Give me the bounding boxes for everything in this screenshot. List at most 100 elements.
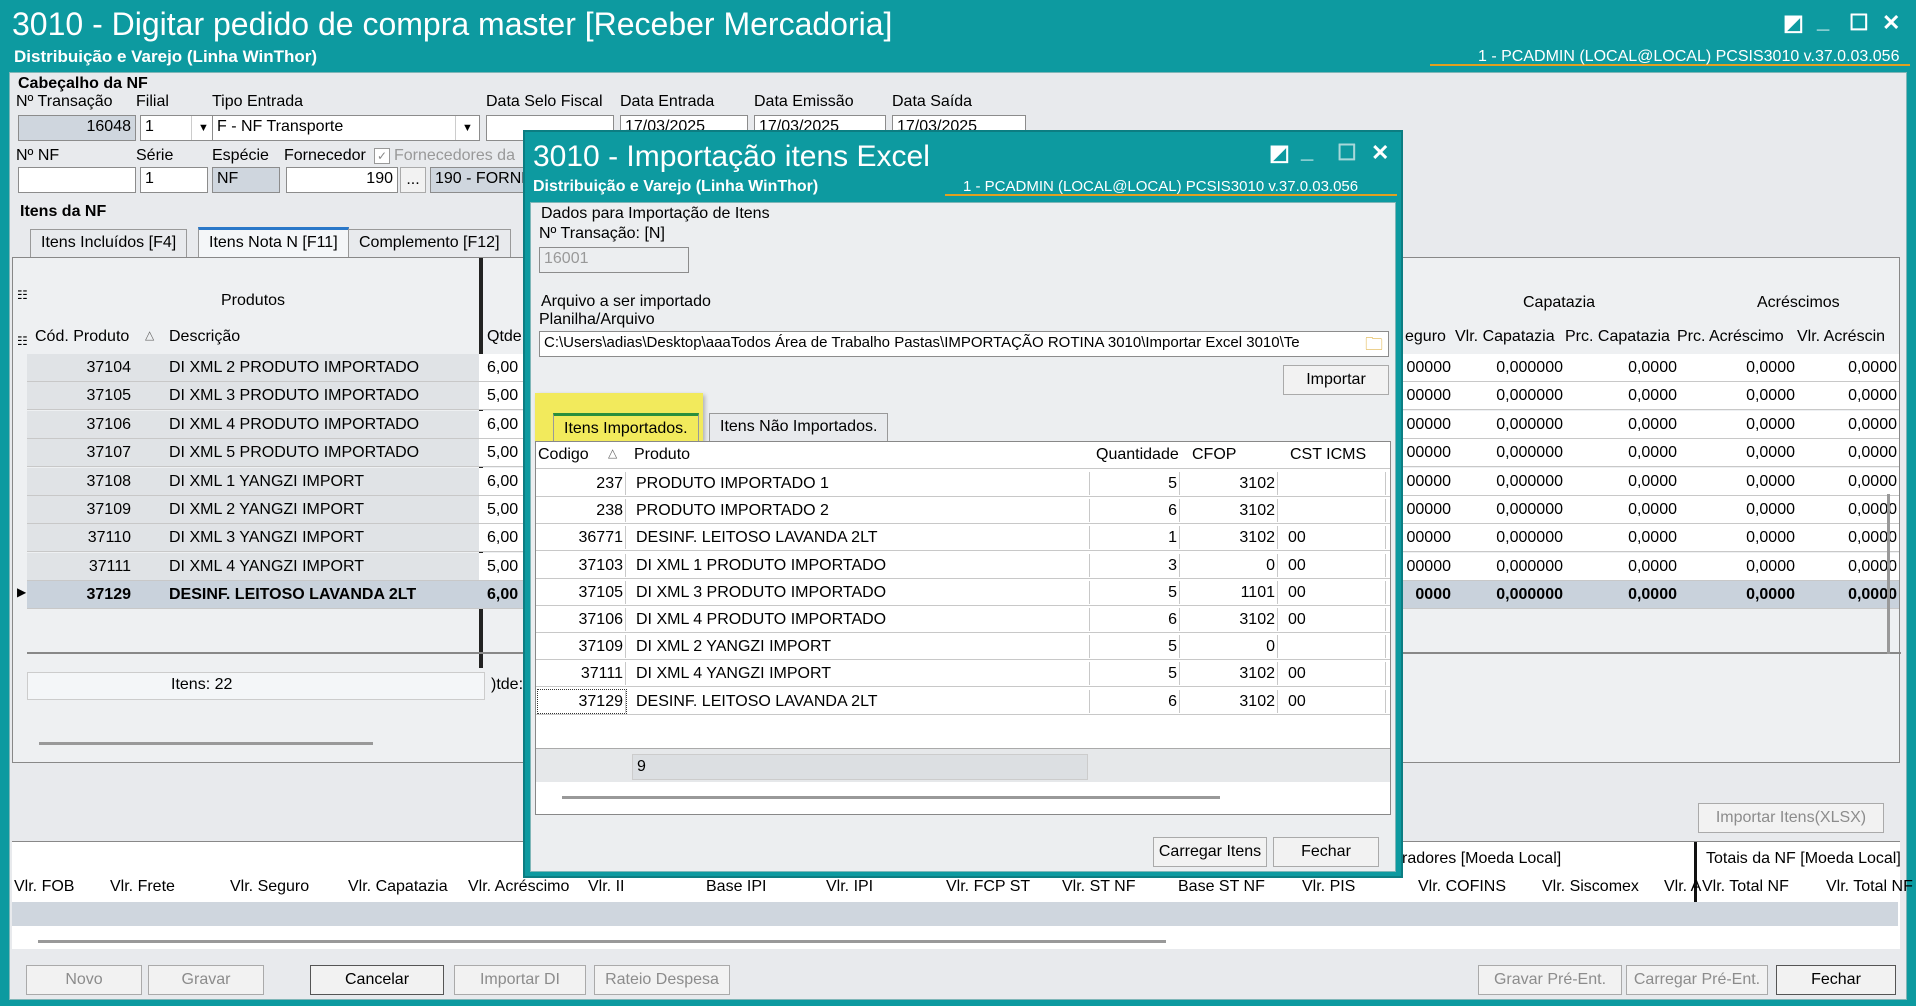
rateio-despesa-button[interactable]: Rateio Despesa [594,965,730,995]
col-prc-capatazia[interactable]: Prc. Capatazia [1565,328,1670,346]
totals-col-12[interactable]: Vlr. COFINS [1418,878,1506,896]
horizontal-scrollbar[interactable] [39,742,373,745]
header-section-title: Cabeçalho da NF [18,75,148,92]
cell-seg: 00000 [1406,472,1452,490]
cell-produto: DI XML 2 YANGZI IMPORT [634,635,1090,659]
col-descricao[interactable]: Descrição [169,328,240,346]
totals-col-3[interactable]: Vlr. Capatazia [348,878,448,896]
dialog-client: Dados para Importação de Itens Nº Transa… [530,202,1396,872]
cell-vcap: 0,000000 [1496,415,1563,433]
nf-field[interactable] [18,167,136,193]
fornecedor-field[interactable]: 190 [286,167,398,193]
tab-complemento[interactable]: Complemento [F12] [348,229,511,257]
col-vlr-capatazia[interactable]: Vlr. Capatazia [1455,328,1555,346]
filial-select[interactable]: 1 ▼ [140,115,216,141]
folder-open-icon[interactable]: 🗀 [1363,333,1385,355]
cell-qtd: 5 [1092,635,1180,659]
totals-col-7[interactable]: Vlr. IPI [826,878,873,896]
tab-itens-incluidos[interactable]: Itens Incluídos [F4] [30,229,188,257]
cancelar-button[interactable]: Cancelar [310,965,444,995]
importar-xlsx-button[interactable]: Importar Itens(XLSX) [1698,803,1884,833]
restore-icon[interactable]: ◩ [1269,142,1290,164]
col-produto[interactable]: Produto [634,446,690,464]
cell-produto: DI XML 4 PRODUTO IMPORTADO [634,608,1090,631]
serie-label: Série [136,147,174,164]
horizontal-scrollbar[interactable] [38,940,1166,943]
col-cfop[interactable]: CFOP [1192,446,1236,464]
row-indicator-icon: ▶ [17,585,27,600]
dialog-fechar-button[interactable]: Fechar [1273,837,1379,867]
gravar-button[interactable]: Gravar [148,965,264,995]
col-prc-acrescimo[interactable]: Prc. Acréscimo [1677,328,1784,346]
minimize-icon[interactable]: _ [1301,140,1313,162]
novo-button[interactable]: Novo [26,965,142,995]
totals-col-1[interactable]: Vlr. Frete [110,878,175,896]
chevron-down-icon[interactable]: ▼ [455,116,479,140]
carregar-itens-button[interactable]: Carregar Itens [1153,837,1267,867]
minimize-icon[interactable]: _ [1817,10,1829,32]
totals-col-5[interactable]: Vlr. II [588,878,624,896]
col-cst-icms[interactable]: CST ICMS [1290,446,1366,464]
fechar-button[interactable]: Fechar [1776,965,1896,995]
cell-seg: 00000 [1406,444,1452,462]
maximize-icon[interactable]: ☐ [1337,142,1357,164]
close-icon[interactable]: ✕ [1371,142,1389,164]
cell-cod: 37105 [86,387,132,405]
cell-cst [1286,472,1386,495]
totals-col-9[interactable]: Vlr. ST NF [1062,878,1136,896]
dialog-subtitle: Distribuição e Varejo (Linha WinThor) [533,178,819,195]
grid-options-icon[interactable]: ☷ [17,334,28,348]
totals-col-2[interactable]: Vlr. Seguro [230,878,309,896]
gravar-pre-ent-button[interactable]: Gravar Pré-Ent. [1478,965,1622,995]
totals-col-8[interactable]: Vlr. FCP ST [946,878,1030,896]
totals-col-13[interactable]: Vlr. Siscomex [1542,878,1639,896]
transacao-field[interactable]: 16048 [18,115,136,141]
cell-codigo: 37111 [538,662,626,686]
col-qtde[interactable]: Qtde [487,328,522,346]
carregar-pre-ent-button[interactable]: Carregar Pré-Ent. [1626,965,1768,995]
restore-icon[interactable]: ◩ [1783,12,1804,34]
tab-itens-nota[interactable]: Itens Nota N [F11] [198,227,349,257]
totals-col-11[interactable]: Vlr. PIS [1302,878,1355,896]
qtde-footer: )tde: [491,676,524,693]
cell-cod: 37129 [86,586,132,604]
tipo-entrada-select[interactable]: F - NF Transporte ▼ [212,115,480,141]
horizontal-scrollbar[interactable] [562,796,1220,799]
especie-label: Espécie [212,147,269,164]
close-icon[interactable]: ✕ [1882,12,1900,34]
tab-itens-nao-importados[interactable]: Itens Não Importados. [709,413,889,441]
file-path-input[interactable]: C:\Users\adias\Desktop\aaaTodos Área de … [539,331,1389,357]
cell-codigo: 37105 [538,580,626,604]
totals-col-4[interactable]: Vlr. Acréscimo [468,878,569,896]
totals-col-0[interactable]: Vlr. FOB [14,878,74,896]
col-seguro[interactable]: eguro [1405,328,1446,346]
fornecedor-search-button[interactable]: ... [400,167,426,193]
cell-cfop: 0 [1186,635,1278,659]
cell-cfop: 3102 [1186,472,1278,495]
totals-col-6[interactable]: Base IPI [706,878,766,896]
totals-col-15[interactable]: Vlr. Total NF [1702,878,1789,896]
importar-di-button[interactable]: Importar DI [454,965,586,995]
col-vlr-acrescimo[interactable]: Vlr. Acréscin [1797,328,1885,346]
totals-col-14[interactable]: Vlr. A [1664,878,1701,896]
grid-options-icon[interactable]: ☷ [17,288,28,302]
col-cod-produto[interactable]: Cód. Produto [35,328,129,346]
col-quantidade[interactable]: Quantidade [1096,446,1179,464]
cell-cst: 00 [1286,580,1386,604]
cell-pacr: 0,0000 [1746,557,1795,575]
cell-vcap: 0,000000 [1496,472,1563,490]
totals-col-10[interactable]: Base ST NF [1178,878,1265,896]
tab-itens-importados[interactable]: Itens Importados. [553,413,699,441]
totals-group-left: radores [Moeda Local] [1402,850,1562,867]
totals-col-16[interactable]: Vlr. Total NF [1826,878,1913,896]
cell-pcap: 0,0000 [1628,415,1677,433]
importar-button[interactable]: Importar [1283,365,1389,395]
cell-cod: 37106 [86,415,132,433]
group-produtos: Produtos [221,292,286,309]
col-codigo[interactable]: Codigo [538,446,589,464]
vertical-scrollbar[interactable] [1887,494,1890,654]
serie-field[interactable]: 1 [140,167,208,193]
fornecedores-checkbox[interactable]: ✓ [374,148,390,164]
cell-pcap: 0,0000 [1628,359,1677,376]
maximize-icon[interactable]: ☐ [1849,12,1869,34]
